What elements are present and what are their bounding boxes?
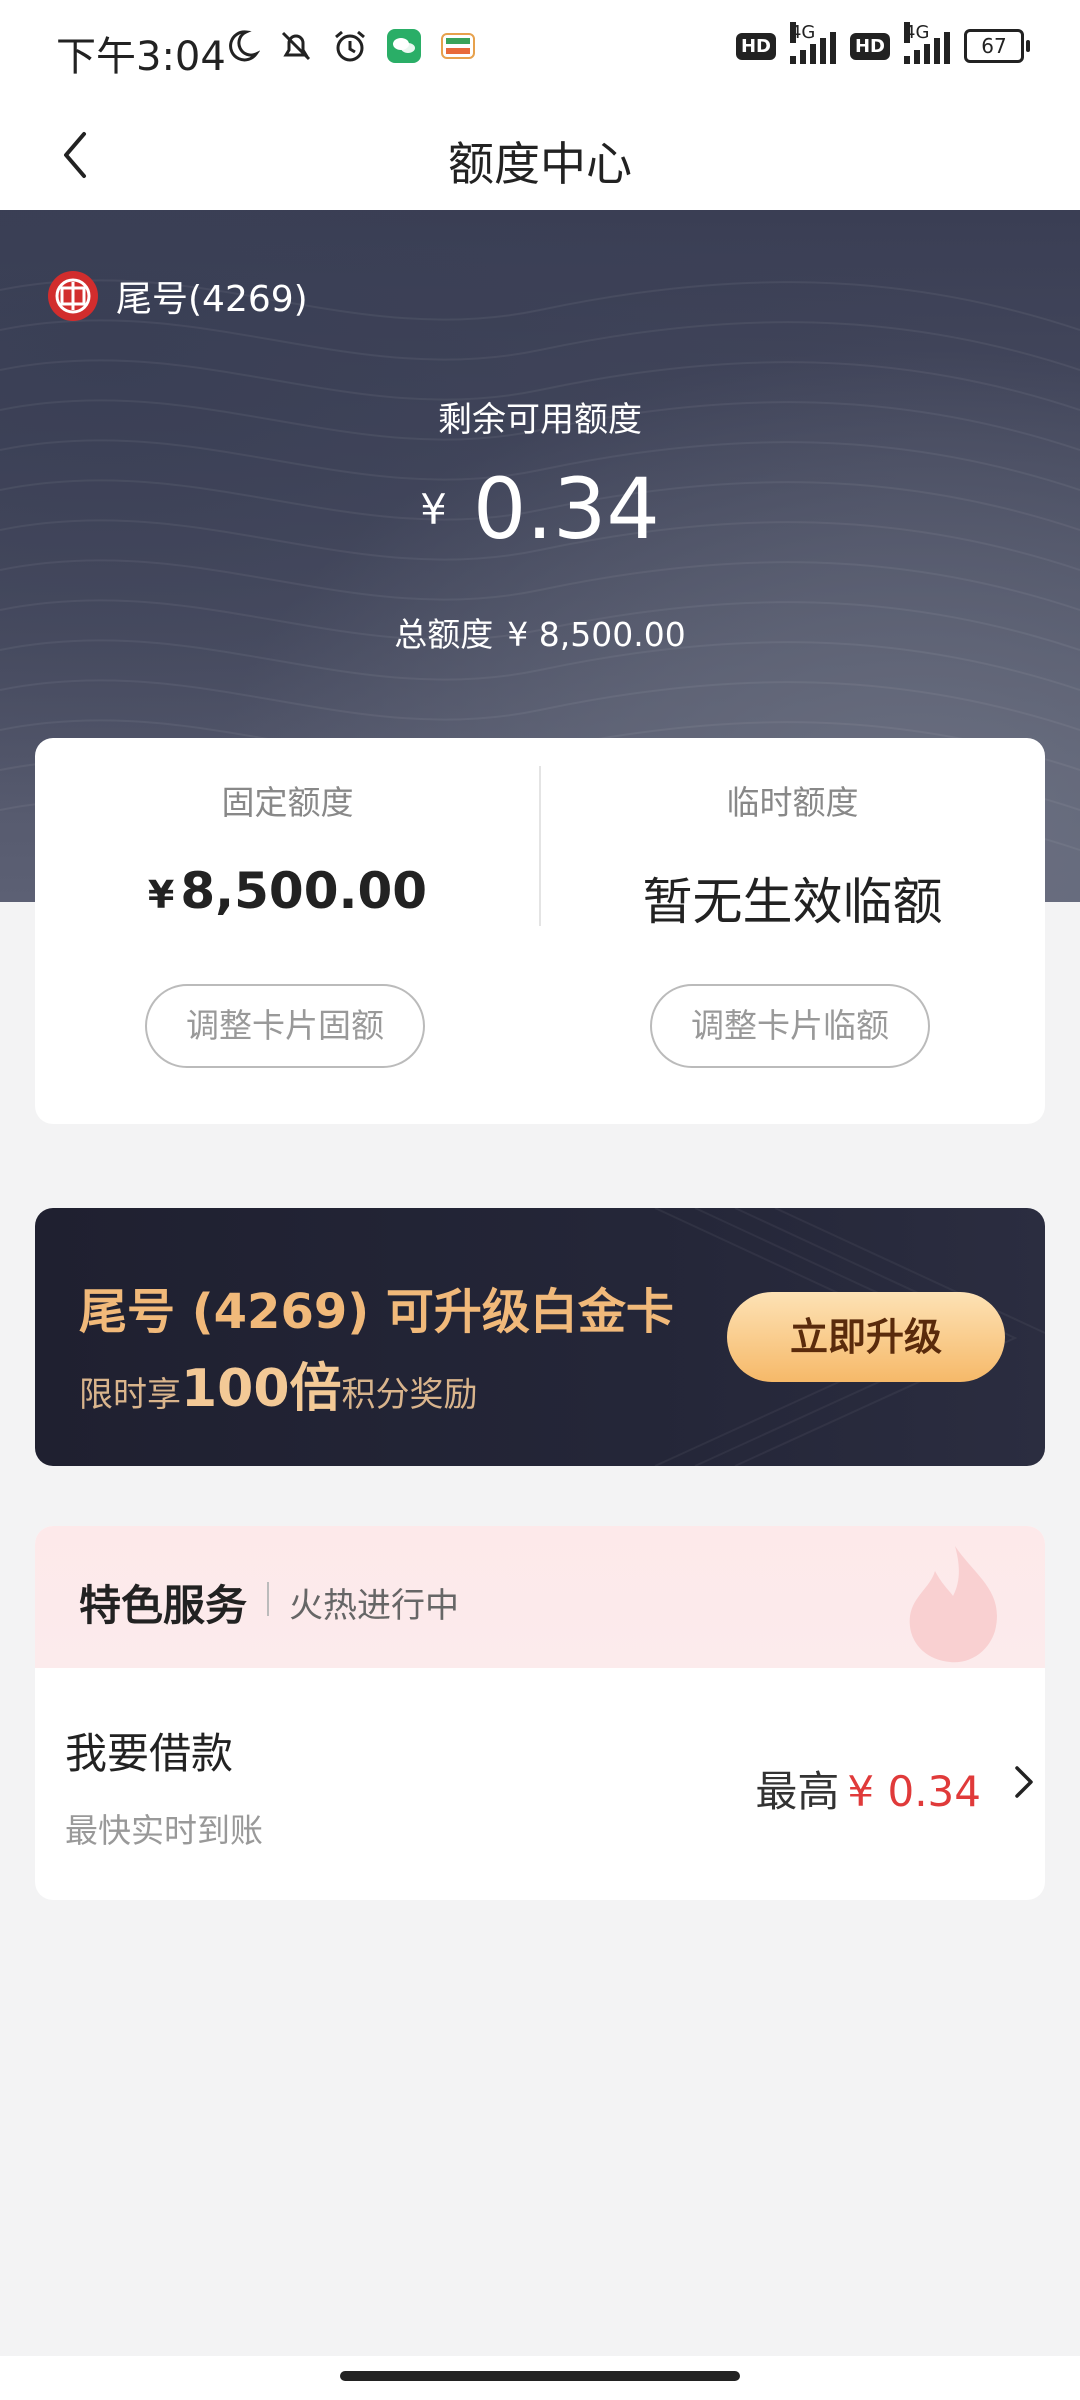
quota-card: 固定额度 ¥8,500.00 调整卡片固额 临时额度 暂无生效临额 调整卡片临额 bbox=[35, 738, 1045, 1124]
remaining-label: 剩余可用额度 bbox=[438, 400, 642, 440]
battery-icon: 67 bbox=[964, 29, 1030, 63]
nav-bar: 额度中心 bbox=[0, 100, 1080, 210]
features-subtitle: 火热进行中 bbox=[289, 1586, 459, 1626]
loan-title: 我要借款 bbox=[65, 1729, 234, 1778]
total-limit: 总额度 ¥ 8,500.00 bbox=[0, 608, 1080, 656]
remaining-amount: ¥0.34 bbox=[0, 460, 1080, 558]
upgrade-subtitle: 限时享100倍积分奖励 bbox=[79, 1359, 478, 1419]
wechat-icon bbox=[384, 26, 424, 66]
loan-subtitle: 最快实时到账 bbox=[65, 1811, 263, 1850]
card-tail-label: 尾号(4269) bbox=[116, 279, 308, 320]
chevron-right-icon bbox=[1015, 1766, 1033, 1798]
signal-icon: 4G bbox=[789, 22, 836, 64]
featured-services: 特色服务 火热进行中 我要借款 最快实时到账 最高 ¥ 0.34 bbox=[35, 1526, 1045, 1900]
temp-quota-value: 暂无生效临额 bbox=[642, 873, 943, 931]
home-indicator[interactable] bbox=[340, 2371, 740, 2381]
status-right: HD 4G HD 4G 67 bbox=[735, 22, 1030, 64]
flame-icon bbox=[909, 1546, 997, 1663]
total-value: ¥ 8,500.00 bbox=[507, 615, 686, 654]
page-title: 额度中心 bbox=[448, 137, 632, 191]
bank-logo-icon bbox=[48, 271, 98, 321]
card-tail: 尾号(4269) bbox=[48, 270, 308, 322]
moon-icon bbox=[222, 26, 262, 66]
hd-icon: HD bbox=[735, 32, 776, 60]
temp-quota-label: 临时额度 bbox=[726, 783, 859, 822]
fixed-quota-value: ¥8,500.00 bbox=[147, 862, 428, 920]
upgrade-title: 尾号 (4269) 可升级白金卡 bbox=[79, 1284, 674, 1340]
total-label: 总额度 bbox=[394, 615, 494, 654]
status-time: 下午3:04 bbox=[56, 34, 226, 80]
loan-max-amount: 最高 ¥ 0.34 bbox=[755, 1767, 981, 1816]
upgrade-now-button[interactable]: 立即升级 bbox=[727, 1292, 1005, 1382]
status-icons bbox=[222, 26, 478, 66]
currency-symbol: ¥ bbox=[420, 485, 447, 534]
adjust-temp-quota-button[interactable]: 调整卡片临额 bbox=[650, 984, 930, 1068]
status-bar: 下午3:04 HD 4G HD 4G 67 bbox=[0, 0, 1080, 100]
upgrade-banner[interactable]: 尾号 (4269) 可升级白金卡 限时享100倍积分奖励 立即升级 bbox=[35, 1208, 1045, 1466]
loan-service-row[interactable]: 我要借款 最快实时到账 最高 ¥ 0.34 bbox=[35, 1668, 1045, 1900]
divider bbox=[267, 1582, 269, 1616]
fixed-quota-column: 固定额度 ¥8,500.00 调整卡片固额 bbox=[35, 738, 540, 1124]
remaining-value: 0.34 bbox=[472, 460, 660, 558]
fixed-quota-label: 固定额度 bbox=[221, 783, 354, 822]
adjust-fixed-quota-button[interactable]: 调整卡片固额 bbox=[145, 984, 425, 1068]
alarm-icon bbox=[330, 26, 370, 66]
signal-icon: 4G bbox=[904, 22, 950, 64]
features-header: 特色服务 火热进行中 bbox=[35, 1526, 1045, 1668]
bell-muted-icon bbox=[276, 26, 316, 66]
app-notification-icon bbox=[438, 26, 478, 66]
temp-quota-column: 临时额度 暂无生效临额 调整卡片临额 bbox=[540, 738, 1045, 1124]
features-title: 特色服务 bbox=[79, 1581, 248, 1630]
hd-icon: HD bbox=[849, 32, 890, 60]
